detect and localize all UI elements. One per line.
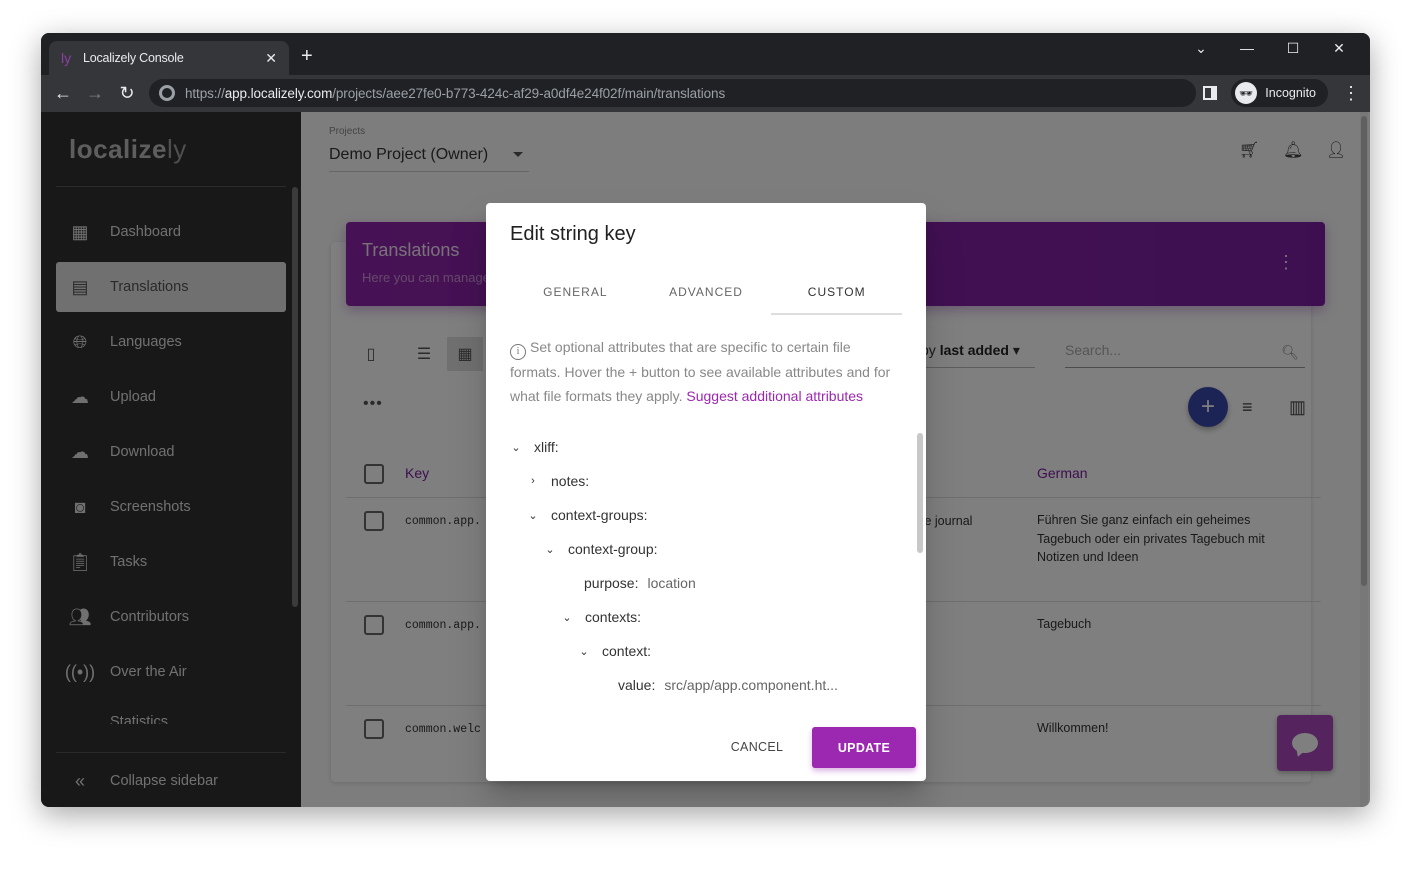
maximize-icon[interactable]: ☐ [1270, 33, 1316, 63]
incognito-badge[interactable]: 🕶 Incognito [1231, 79, 1328, 107]
close-tab-icon[interactable]: ✕ [265, 50, 277, 67]
cancel-button[interactable]: CANCEL [722, 731, 792, 763]
chevron-right-icon[interactable]: › [527, 475, 539, 487]
chevron-down-icon[interactable]: ⌄ [527, 509, 539, 522]
title-bar: ly Localizely Console ✕ + ⌄ — ☐ ✕ [41, 33, 1370, 75]
tree-node-notes[interactable]: › notes: [527, 469, 589, 493]
browser-window: ly Localizely Console ✕ + ⌄ — ☐ ✕ ← → ↻ … [41, 33, 1370, 807]
tree-node-context-group[interactable]: ⌄ context-group: [544, 537, 657, 561]
reload-icon[interactable]: ↻ [111, 78, 143, 110]
minimize-icon[interactable]: — [1224, 33, 1270, 63]
tab-search-chevron-icon[interactable]: ⌄ [1178, 33, 1224, 63]
custom-attributes-info: i Set optional attributes that are specif… [510, 335, 895, 408]
back-arrow-icon[interactable]: ← [47, 78, 79, 110]
tree-node-contexts[interactable]: ⌄ contexts: [561, 605, 641, 629]
suggest-attributes-link[interactable]: Suggest additional attributes [686, 388, 863, 404]
url-text: https://app.localizely.com/projects/aee2… [185, 85, 726, 101]
browser-tab[interactable]: ly Localizely Console ✕ [49, 41, 289, 75]
tree-node-context-groups[interactable]: ⌄ context-groups: [527, 503, 647, 527]
chevron-down-icon[interactable]: ⌄ [544, 543, 556, 556]
update-button[interactable]: UPDATE [812, 727, 916, 768]
tree-leaf-value[interactable]: value: src/app/app.component.ht... [618, 673, 838, 697]
tab-custom[interactable]: CUSTOM [771, 269, 902, 315]
purpose-value[interactable]: location [647, 575, 695, 591]
close-window-icon[interactable]: ✕ [1316, 33, 1362, 63]
incognito-label: Incognito [1265, 86, 1316, 100]
dialog-scrollbar[interactable] [917, 433, 923, 553]
new-tab-plus-icon[interactable]: + [301, 45, 313, 67]
chevron-down-icon[interactable]: ⌄ [578, 645, 590, 658]
dialog-tabs: GENERAL ADVANCED CUSTOM [510, 269, 902, 315]
localizely-favicon-icon: ly [61, 50, 72, 66]
address-bar[interactable]: https://app.localizely.com/projects/aee2… [149, 79, 1196, 107]
side-panel-icon[interactable] [1203, 86, 1218, 100]
window-controls: ⌄ — ☐ ✕ [1178, 33, 1362, 63]
incognito-icon: 🕶 [1235, 82, 1258, 104]
chevron-down-icon[interactable]: ⌄ [510, 441, 522, 454]
tab-general[interactable]: GENERAL [510, 269, 641, 315]
browser-menu-icon[interactable]: ⋮ [1342, 83, 1360, 104]
browser-toolbar: ← → ↻ https://app.localizely.com/project… [41, 75, 1370, 112]
edit-string-key-dialog: Edit string key GENERAL ADVANCED CUSTOM … [486, 203, 926, 781]
tree-node-context[interactable]: ⌄ context: [578, 639, 651, 663]
tab-title: Localizely Console [83, 51, 184, 65]
page-viewport: localizely ▦ Dashboard ▤ Translations 🌐︎… [41, 112, 1370, 807]
info-icon: i [510, 344, 526, 360]
tab-advanced[interactable]: ADVANCED [641, 269, 772, 315]
dialog-title: Edit string key [510, 223, 636, 245]
globe-site-icon [159, 85, 175, 101]
chevron-down-icon[interactable]: ⌄ [561, 611, 573, 624]
forward-arrow-icon[interactable]: → [79, 78, 111, 110]
attribute-tree: ⌄ xliff: › notes: ⌄ context-groups: ⌄ contex… [510, 435, 890, 715]
tree-node-xliff[interactable]: ⌄ xliff: [510, 435, 558, 459]
tree-leaf-purpose[interactable]: purpose: location [584, 571, 696, 595]
context-value[interactable]: src/app/app.component.ht... [664, 677, 838, 693]
